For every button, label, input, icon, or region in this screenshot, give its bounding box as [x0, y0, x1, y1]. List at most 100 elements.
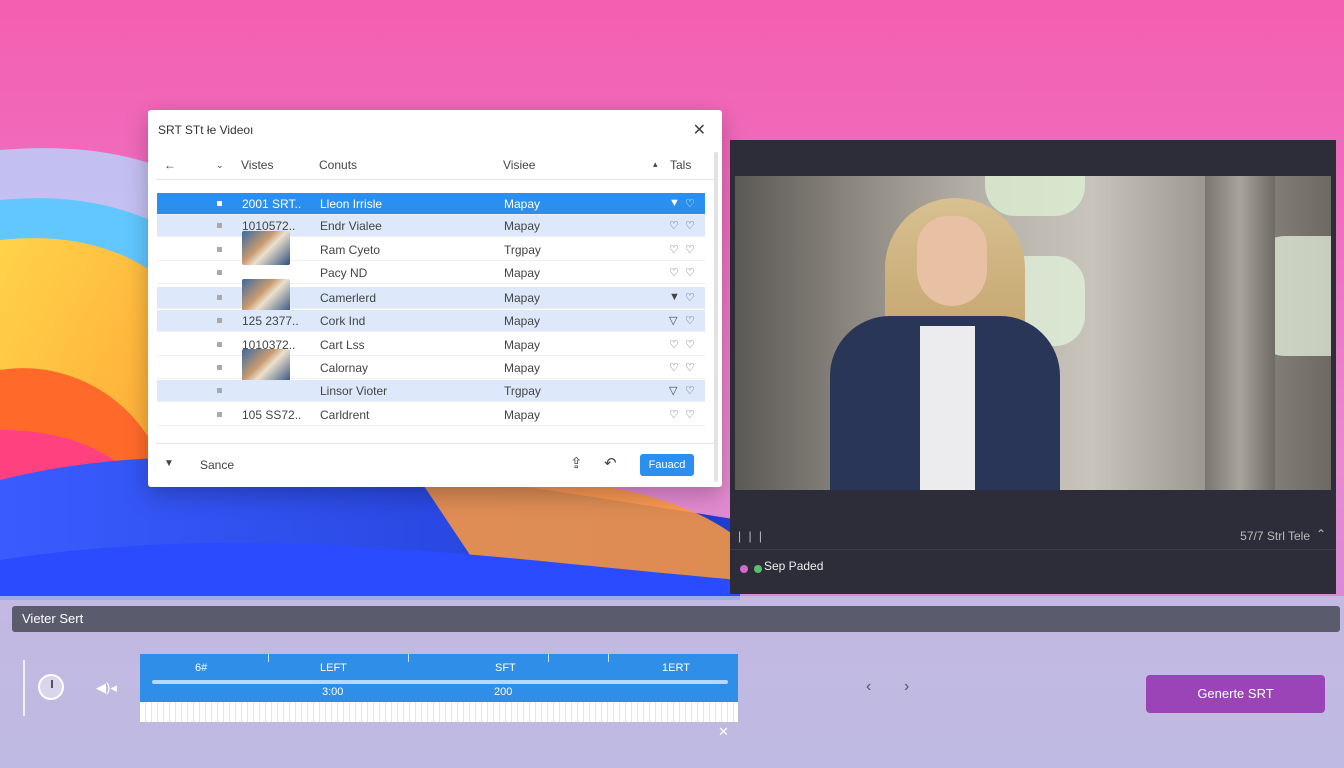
- video-thumbnail: [242, 279, 290, 313]
- close-icon[interactable]: ✕: [693, 120, 706, 140]
- row-type: Mapay: [504, 361, 541, 375]
- timeline-ruler[interactable]: [140, 702, 738, 722]
- heart-icon[interactable]: ♡: [685, 219, 695, 232]
- row-bullet-icon: [217, 412, 222, 417]
- back-arrow-icon[interactable]: ←: [164, 158, 176, 172]
- row-name: Lleon Irrisle: [320, 197, 383, 211]
- row-type: Mapay: [504, 291, 541, 305]
- table-row[interactable]: 125 2377.. Cork Ind Mapay ▽ ♡: [157, 310, 705, 332]
- undo-icon[interactable]: ↶: [604, 454, 617, 472]
- column-header-tals[interactable]: Tals: [670, 158, 691, 172]
- table-row[interactable]: Pacy ND Mapay ♡ ♡: [157, 262, 705, 284]
- favorite-icon[interactable]: ♡: [669, 361, 679, 374]
- heart-icon[interactable]: ♡: [685, 384, 695, 397]
- heart-icon[interactable]: ♡: [685, 197, 695, 210]
- row-bullet-icon: [217, 295, 222, 300]
- favorite-icon[interactable]: ♡: [669, 243, 679, 256]
- row-name: Pacy ND: [320, 266, 368, 280]
- timeline-track[interactable]: [152, 680, 728, 684]
- heart-icon[interactable]: ♡: [685, 291, 695, 304]
- curtain-shape: [1205, 176, 1275, 490]
- clock-icon[interactable]: [38, 674, 64, 700]
- heart-icon[interactable]: ♡: [685, 266, 695, 279]
- timeline-tick: [608, 654, 609, 662]
- row-type: Trgpay: [504, 243, 541, 257]
- favorite-icon[interactable]: ♡: [669, 266, 679, 279]
- row-name: Cart Lss: [320, 338, 365, 352]
- table-row[interactable]: 2001 SRT.. Lleon Irrisle Mapay ▼ ♡: [157, 193, 705, 215]
- video-frame[interactable]: [735, 176, 1331, 490]
- row-id: 2001 SRT..: [242, 197, 302, 211]
- player-status-text: 57/7 Strl Tele: [1240, 529, 1310, 543]
- video-thumbnail: [242, 231, 290, 265]
- bottom-panel: Vieter Sert ◀)◂ 6# LEFT SFT 1ERT 3:00 20…: [0, 596, 1344, 768]
- timeline-tick: [548, 654, 549, 662]
- heart-icon[interactable]: ♡: [685, 314, 695, 327]
- row-name: Cork Ind: [320, 314, 366, 328]
- dialog-footer: ▼ Sance ⇪ ↶ Fauacd: [156, 443, 716, 483]
- chevron-down-icon[interactable]: ⌄: [216, 160, 224, 171]
- favorite-icon[interactable]: ▽: [669, 314, 677, 327]
- row-bullet-icon: [217, 247, 222, 252]
- timeline-tick: [268, 654, 269, 662]
- column-header-vistes[interactable]: Vistes: [241, 158, 273, 172]
- favorite-icon[interactable]: ♡: [669, 219, 679, 232]
- heart-icon[interactable]: ♡: [685, 338, 695, 351]
- row-name: Calornay: [320, 361, 369, 375]
- divider: [23, 660, 25, 716]
- table-row[interactable]: 1010372.. Cart Lss Mapay ♡ ♡: [157, 334, 705, 356]
- row-bullet-icon: [217, 270, 222, 275]
- person-shirt: [920, 326, 975, 490]
- heart-icon[interactable]: ♡: [685, 243, 695, 256]
- scrollbar[interactable]: [714, 152, 718, 482]
- table-row[interactable]: Linsor Vioter Trgpay ▽ ♡: [157, 380, 705, 402]
- dialog-title: SRT STt łe Videoı: [158, 123, 254, 137]
- table-row[interactable]: Calornay Mapay ♡ ♡: [157, 349, 705, 383]
- chevron-up-icon[interactable]: ⌃: [1316, 527, 1326, 541]
- pause-icon[interactable]: | | |: [738, 529, 764, 543]
- table-row[interactable]: 1010572.. Endr Vialee Mapay ♡ ♡: [157, 215, 705, 237]
- player-status-bar: | | | 57/7 Strl Tele ⌃: [730, 522, 1336, 550]
- row-bullet-icon: [217, 342, 222, 347]
- heart-icon[interactable]: ♡: [685, 408, 695, 421]
- timeline-label: 1ERT: [662, 662, 690, 674]
- timeline-value: 200: [494, 686, 513, 698]
- row-type: Mapay: [504, 314, 541, 328]
- table-header: ← ⌄ Vistes Conuts Visiee ▴ Tals: [156, 150, 716, 180]
- timeline-value: 3:00: [322, 686, 344, 698]
- row-name: Ram Cyeto: [320, 243, 381, 257]
- table-row[interactable]: Ram Cyeto Trgpay ♡ ♡: [157, 231, 705, 265]
- sort-icon[interactable]: ▴: [653, 159, 658, 170]
- favorite-icon[interactable]: ▼: [669, 197, 680, 209]
- generate-srt-button[interactable]: Generte SRT: [1146, 675, 1325, 713]
- row-bullet-icon: [217, 388, 222, 393]
- timeline-tick: [408, 654, 409, 662]
- footer-action-button[interactable]: Fauacd: [640, 454, 694, 476]
- row-name: Carldrent: [320, 408, 370, 422]
- column-header-visiee[interactable]: Visiee: [503, 158, 535, 172]
- chevron-down-icon[interactable]: ▼: [164, 458, 174, 469]
- timeline[interactable]: 6# LEFT SFT 1ERT 3:00 200: [140, 654, 738, 722]
- close-icon[interactable]: ✕: [718, 724, 729, 740]
- chevron-right-icon[interactable]: ›: [904, 678, 909, 696]
- favorite-icon[interactable]: ♡: [669, 408, 679, 421]
- table-row[interactable]: 105 SS72.. Carldrent Mapay ♡ ♡: [157, 404, 705, 426]
- column-header-conuts[interactable]: Conuts: [319, 158, 357, 172]
- favorite-icon[interactable]: ▽: [669, 384, 677, 397]
- table-row[interactable]: Camerlerd Mapay ▼ ♡: [157, 279, 705, 313]
- row-name: Camerlerd: [320, 291, 377, 305]
- row-bullet-icon: [217, 201, 222, 206]
- heart-icon[interactable]: ♡: [685, 361, 695, 374]
- timeline-label: SFT: [495, 662, 516, 674]
- share-icon[interactable]: ⇪: [570, 454, 583, 472]
- window-shape: [985, 176, 1085, 216]
- video-thumbnail: [242, 349, 290, 383]
- chevron-left-icon[interactable]: ‹: [866, 678, 871, 696]
- timeline-label: 6#: [195, 662, 208, 674]
- favorite-icon[interactable]: ♡: [669, 338, 679, 351]
- row-name: Endr Vialee: [320, 219, 382, 233]
- row-name: Linsor Vioter: [320, 384, 388, 398]
- panel-title: Vieter Sert: [22, 611, 84, 626]
- favorite-icon[interactable]: ▼: [669, 291, 680, 303]
- volume-icon[interactable]: ◀)◂: [96, 680, 117, 696]
